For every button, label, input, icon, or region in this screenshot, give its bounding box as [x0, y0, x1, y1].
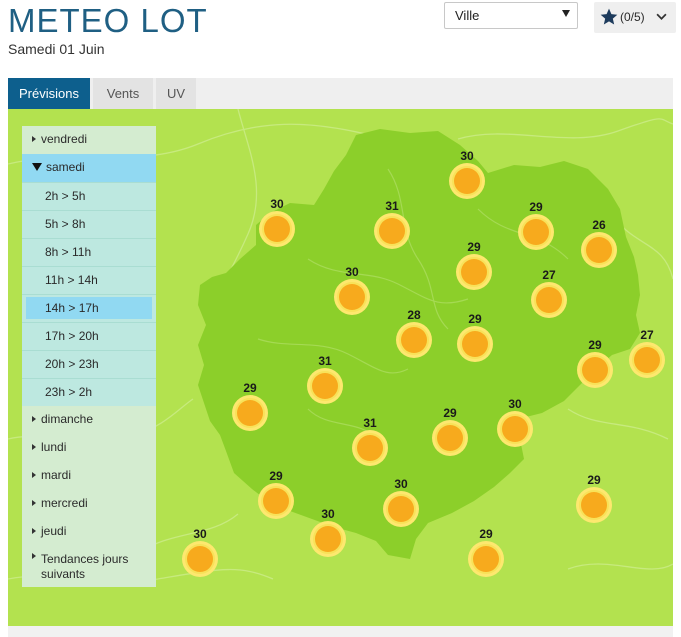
caret-right-icon [32, 472, 36, 478]
city-weather-marker[interactable]: 30 [308, 507, 348, 567]
chevron-down-icon [656, 13, 667, 20]
city-weather-marker[interactable]: 29 [256, 469, 296, 529]
city-weather-marker[interactable]: 29 [430, 406, 470, 466]
caret-right-icon [32, 416, 36, 422]
time-slot-11h-14h[interactable]: 11h > 14h [22, 266, 156, 294]
city-weather-marker[interactable]: 29 [575, 338, 615, 398]
city-weather-marker[interactable]: 31 [305, 354, 345, 414]
sun-icon [629, 342, 665, 378]
sun-icon [259, 211, 295, 247]
time-slot-17h-20h[interactable]: 17h > 20h [22, 322, 156, 350]
time-slot-23h-2h[interactable]: 23h > 2h [22, 378, 156, 406]
sun-icon [449, 163, 485, 199]
tab-bar: Prévisions Vents UV [8, 78, 673, 109]
sun-icon [310, 521, 346, 557]
sun-icon [577, 352, 613, 388]
city-weather-marker[interactable]: 29 [516, 200, 556, 260]
sun-icon [457, 326, 493, 362]
sun-icon [581, 232, 617, 268]
sun-icon [518, 214, 554, 250]
favorites-button[interactable]: (0/5) [594, 2, 676, 33]
day-item-vendredi[interactable]: vendredi [22, 126, 156, 154]
city-weather-marker[interactable]: 27 [529, 268, 569, 328]
forecast-date: Samedi 01 Juin [8, 41, 105, 57]
sun-icon [232, 395, 268, 431]
caret-down-icon [562, 10, 570, 17]
day-item-mercredi[interactable]: mercredi [22, 490, 156, 518]
sun-icon [307, 368, 343, 404]
forecast-sidebar: vendredi samedi 2h > 5h 5h > 8h 8h > 11h… [22, 126, 156, 587]
time-slot-2h-5h[interactable]: 2h > 5h [22, 182, 156, 210]
city-weather-marker[interactable]: 29 [455, 312, 495, 372]
tab-previsions[interactable]: Prévisions [8, 78, 90, 109]
caret-right-icon [32, 444, 36, 450]
day-item-dimanche[interactable]: dimanche [22, 406, 156, 434]
city-select-value: Ville [455, 8, 480, 23]
page-title: METEO LOT [8, 2, 208, 39]
caret-down-icon [32, 163, 42, 171]
city-weather-marker[interactable]: 28 [394, 308, 434, 368]
sun-icon [468, 541, 504, 577]
city-weather-marker[interactable]: 29 [454, 240, 494, 300]
day-item-lundi[interactable]: lundi [22, 434, 156, 462]
city-weather-marker[interactable]: 30 [495, 397, 535, 457]
star-icon [600, 8, 618, 25]
city-weather-marker[interactable]: 30 [180, 527, 220, 587]
caret-right-icon [32, 136, 36, 142]
city-weather-marker[interactable]: 29 [466, 527, 506, 587]
sun-icon [456, 254, 492, 290]
time-slot-14h-17h[interactable]: 14h > 17h [22, 294, 156, 322]
city-weather-marker[interactable]: 30 [332, 265, 372, 325]
sun-icon [531, 282, 567, 318]
time-slot-5h-8h[interactable]: 5h > 8h [22, 210, 156, 238]
day-item-mardi[interactable]: mardi [22, 462, 156, 490]
sun-icon [334, 279, 370, 315]
app: METEO LOT Samedi 01 Juin Ville (0/5) Pré… [0, 0, 681, 637]
city-weather-marker[interactable]: 27 [627, 328, 667, 388]
favorites-count: (0/5) [620, 10, 645, 24]
city-weather-marker[interactable]: 31 [350, 416, 390, 476]
sun-icon [576, 487, 612, 523]
city-weather-marker[interactable]: 26 [579, 218, 619, 278]
city-weather-marker[interactable]: 29 [574, 473, 614, 533]
sun-icon [258, 483, 294, 519]
sun-icon [396, 322, 432, 358]
time-slot-8h-11h[interactable]: 8h > 11h [22, 238, 156, 266]
sun-icon [352, 430, 388, 466]
city-weather-marker[interactable]: 30 [447, 149, 487, 209]
bottom-bar [8, 626, 673, 637]
sun-icon [182, 541, 218, 577]
day-item-jeudi[interactable]: jeudi [22, 518, 156, 546]
city-select[interactable]: Ville [444, 2, 578, 29]
time-slot-20h-23h[interactable]: 20h > 23h [22, 350, 156, 378]
sun-icon [374, 213, 410, 249]
day-item-tendances[interactable]: Tendances jours suivants [22, 546, 156, 586]
city-weather-marker[interactable]: 29 [230, 381, 270, 441]
caret-right-icon [32, 528, 36, 534]
caret-right-icon [32, 500, 36, 506]
city-weather-marker[interactable]: 30 [381, 477, 421, 537]
caret-right-icon [32, 553, 36, 559]
tab-uv[interactable]: UV [156, 78, 196, 109]
tab-vents[interactable]: Vents [93, 78, 153, 109]
sun-icon [497, 411, 533, 447]
sun-icon [432, 420, 468, 456]
city-weather-marker[interactable]: 31 [372, 199, 412, 259]
day-item-samedi[interactable]: samedi [22, 154, 156, 182]
city-weather-marker[interactable]: 30 [257, 197, 297, 257]
sun-icon [383, 491, 419, 527]
